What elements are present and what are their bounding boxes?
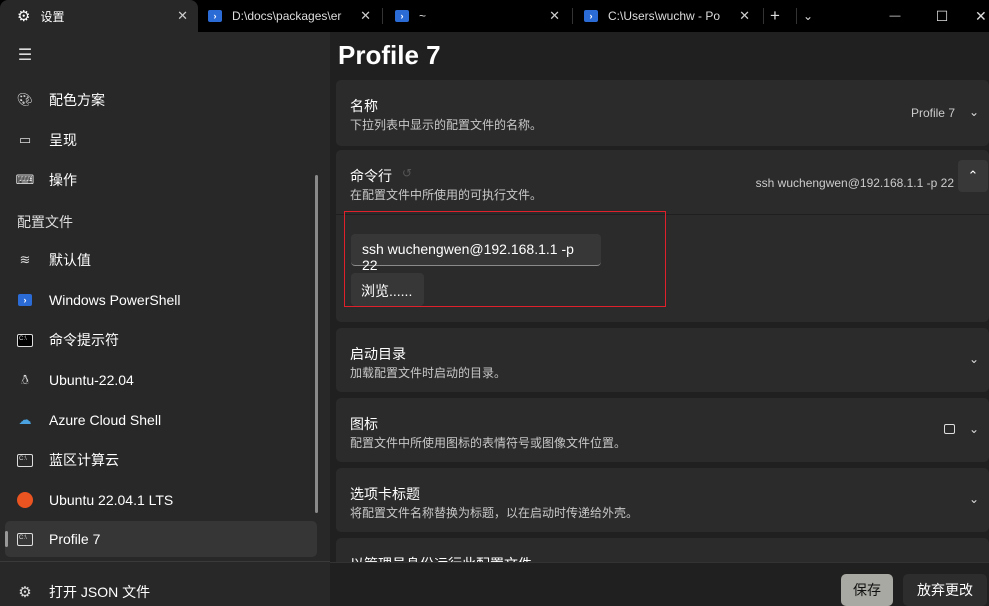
collapse-button[interactable]: ⌃ [958, 160, 988, 192]
close-tab-icon[interactable]: ✕ [360, 8, 371, 24]
footer-bar: 保存 放弃更改 [330, 562, 989, 606]
close-tab-icon[interactable]: ✕ [739, 8, 750, 24]
sidebar-item-ubuntu-2204[interactable]: 🐧︎ Ubuntu-22.04 [5, 362, 317, 398]
section-header-profiles: 配置文件 [17, 214, 73, 230]
tab-settings[interactable]: ⚙ 设置 ✕ [0, 0, 198, 32]
chevron-down-icon: ⌄ [968, 492, 979, 506]
terminal-icon [944, 424, 955, 434]
keyboard-icon: ⌨ [15, 172, 35, 187]
minimize-button[interactable]: — [875, 0, 915, 32]
discard-changes-button[interactable]: 放弃更改 [903, 574, 987, 606]
setting-tab-title[interactable]: 选项卡标题 将配置文件名称替换为标题，以在启动时传递给外壳。 ⌄ [336, 468, 989, 532]
maximize-button[interactable]: ☐ [922, 0, 962, 32]
tab-dropdown-button[interactable]: ⌄ [803, 0, 823, 32]
setting-commandline: 命令行 ↺ 在配置文件中所使用的可执行文件。 ssh wuchengwen@19… [336, 150, 989, 322]
title-bar: ⚙ 设置 ✕ › D:\docs\packages\er ✕ › ~ ✕ › C:\Use… [0, 0, 989, 32]
chevron-down-icon: ⌄ [968, 105, 979, 119]
sidebar-item-cmd[interactable]: C:\ 命令提示符 [5, 322, 317, 358]
open-json-file-button[interactable]: ⚙ 打开 JSON 文件 [5, 578, 317, 606]
sidebar-item-profile-7[interactable]: C:\ Profile 7 [5, 521, 317, 557]
reset-icon[interactable]: ↺ [402, 166, 412, 180]
sidebar-item-defaults[interactable]: ≋ 默认值 [5, 242, 317, 278]
sidebar-item-ubuntu-lts[interactable]: Ubuntu 22.04.1 LTS [5, 482, 317, 518]
sidebar: ☰ 🎨︎ 配色方案 ▭ 呈现 ⌨ 操作 配置文件 ≋ 默认值 › Windows Powe… [0, 32, 330, 606]
chevron-down-icon: ⌄ [968, 422, 979, 436]
layers-icon: ≋ [19, 252, 31, 267]
tab-docs[interactable]: › D:\docs\packages\er ✕ [198, 0, 381, 32]
cmd-icon: C:\ [17, 332, 33, 348]
hamburger-menu-button[interactable]: ☰ [5, 37, 317, 73]
linux-penguin-icon: 🐧︎ [20, 371, 29, 387]
close-tab-icon[interactable]: ✕ [177, 8, 188, 24]
sidebar-item-color-schemes[interactable]: 🎨︎ 配色方案 [5, 82, 317, 118]
sidebar-item-actions[interactable]: ⌨ 操作 [5, 162, 317, 198]
tab-users[interactable]: › C:\Users\wuchw - Po ✕ [574, 0, 760, 32]
settings-main: Profile 7 名称 下拉列表中显示的配置文件的名称。 Profile 7 … [330, 32, 989, 578]
gear-icon: ⚙ [18, 584, 32, 601]
setting-starting-directory[interactable]: 启动目录 加载配置文件时启动的目录。 ⌄ [336, 328, 989, 392]
sidebar-scrollbar[interactable] [315, 175, 318, 513]
terminal-icon: C:\ [17, 531, 33, 547]
highlight-box [344, 211, 666, 307]
name-value: Profile 7 [910, 106, 955, 120]
azure-cloud-icon: ☁ [18, 412, 32, 427]
powershell-icon: › [17, 292, 33, 308]
chevron-down-icon: ⌄ [968, 352, 979, 366]
sidebar-item-azure-cloud-shell[interactable]: ☁ Azure Cloud Shell [5, 402, 317, 438]
powershell-icon: › [208, 10, 222, 22]
close-tab-icon[interactable]: ✕ [549, 8, 560, 24]
new-tab-button[interactable]: + [770, 0, 794, 32]
palette-icon: 🎨︎ [16, 92, 34, 107]
powershell-icon: › [395, 10, 409, 22]
page-title: Profile 7 [338, 40, 441, 70]
tab-home[interactable]: › ~ ✕ [385, 0, 570, 32]
commandline-value: ssh wuchengwen@192.168.1.1 -p 22 [755, 176, 954, 190]
terminal-icon: C:\ [17, 452, 33, 468]
sidebar-item-rendering[interactable]: ▭ 呈现 [5, 122, 317, 158]
sidebar-item-windows-powershell[interactable]: › Windows PowerShell [5, 282, 317, 318]
ubuntu-icon [17, 492, 33, 508]
setting-icon[interactable]: 图标 配置文件中所使用图标的表情符号或图像文件位置。 ⌄ [336, 398, 989, 462]
close-window-button[interactable]: ✕ [975, 0, 989, 32]
divider [0, 561, 330, 562]
powershell-icon: › [584, 10, 598, 22]
save-button[interactable]: 保存 [841, 574, 893, 606]
setting-name[interactable]: 名称 下拉列表中显示的配置文件的名称。 Profile 7 ⌄ [336, 80, 989, 146]
menu-icon: ☰ [17, 47, 33, 64]
sidebar-item-blue-zone-cloud[interactable]: C:\ 蓝区计算云 [5, 442, 317, 478]
gear-icon: ⚙ [17, 8, 31, 25]
laptop-icon: ▭ [18, 132, 32, 147]
